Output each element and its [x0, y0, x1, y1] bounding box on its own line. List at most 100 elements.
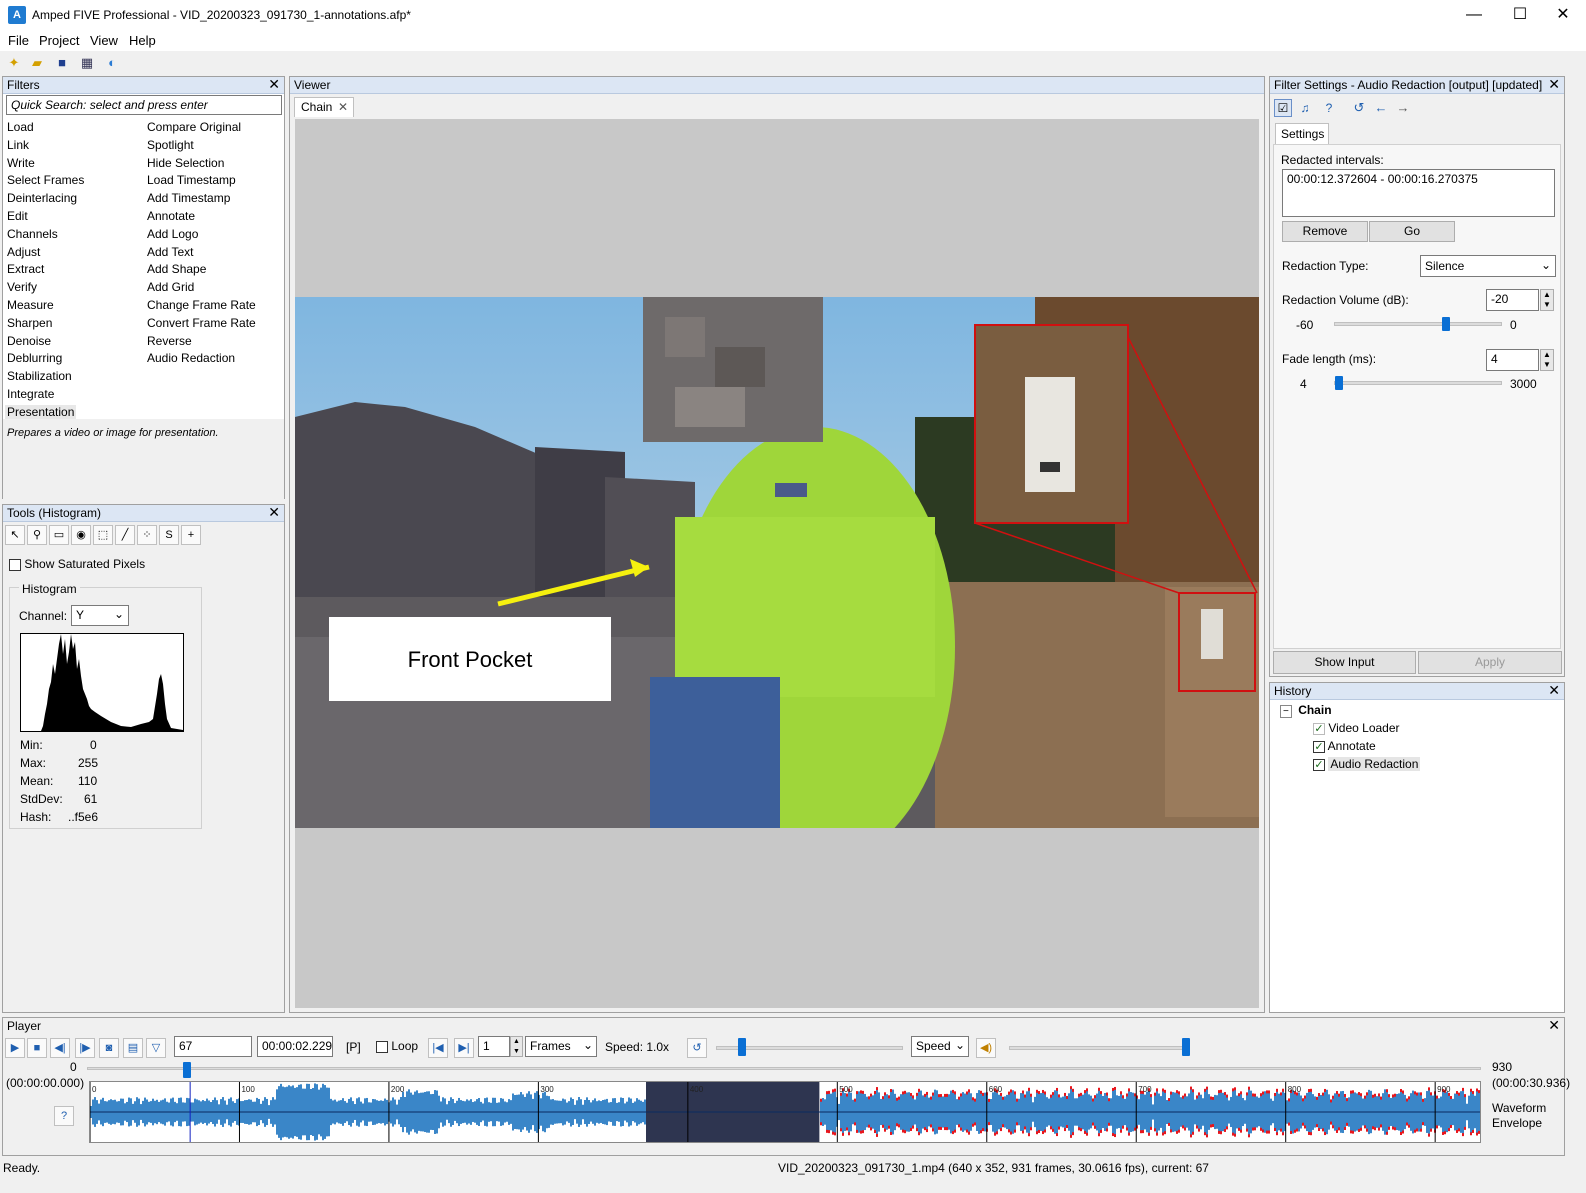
volume-icon[interactable]: ◀) [976, 1038, 996, 1058]
filter-category[interactable]: Load [7, 119, 84, 137]
step-spinner[interactable]: ▲ ▼ [510, 1036, 523, 1057]
apply-button[interactable]: Apply [1418, 651, 1562, 674]
audio-volume-thumb[interactable] [1182, 1038, 1190, 1056]
filter-category[interactable]: Sharpen [7, 315, 84, 333]
redacted-intervals-list[interactable]: 00:00:12.372604 - 00:00:16.270375 [1282, 169, 1555, 217]
update-icon[interactable]: ◐ [104, 55, 120, 71]
filter-item[interactable]: Add Grid [147, 279, 256, 297]
history-item-checkbox[interactable] [1313, 740, 1325, 753]
export-icon[interactable]: ▤ [123, 1038, 143, 1058]
volume-slider-thumb[interactable] [1442, 317, 1451, 331]
help-icon[interactable]: ? [1320, 99, 1338, 117]
interval-item[interactable]: 00:00:12.372604 - 00:00:16.270375 [1287, 172, 1550, 186]
step-unit-select[interactable]: Frames ⌄ [525, 1036, 597, 1057]
filter-item[interactable]: Spotlight [147, 137, 256, 155]
filter-category[interactable]: Channels [7, 226, 84, 244]
channel-select[interactable]: Y ⌄ [71, 605, 129, 626]
filter-category[interactable]: Select Frames [7, 172, 84, 190]
redaction-type-select[interactable]: Silence ⌄ [1420, 255, 1556, 277]
filter-category[interactable]: Extract [7, 261, 84, 279]
speed-select[interactable]: Speed ⌄ [911, 1036, 969, 1057]
filter-category[interactable]: Measure [7, 297, 84, 315]
history-item-checkbox[interactable] [1313, 758, 1325, 771]
frame-input[interactable]: 67 [174, 1036, 252, 1057]
loop-toggle[interactable]: Loop [376, 1039, 418, 1053]
history-root[interactable]: − Chain [1280, 703, 1332, 718]
step-forward-icon[interactable]: |▶ [75, 1038, 95, 1058]
minimize-button[interactable]: — [1451, 0, 1497, 31]
filter-item[interactable]: Load Timestamp [147, 172, 256, 190]
filter-item[interactable]: Convert Frame Rate [147, 315, 256, 333]
play-icon[interactable]: ▶ [5, 1038, 25, 1058]
back-icon[interactable]: ← [1372, 99, 1390, 117]
filter-category[interactable]: Adjust [7, 244, 84, 262]
tab-settings[interactable]: Settings [1275, 123, 1329, 144]
tab-chain[interactable]: Chain ✕ [294, 97, 354, 117]
forward-icon[interactable]: → [1394, 99, 1412, 117]
jump-start-icon[interactable]: |◀ [428, 1038, 448, 1058]
filter-item[interactable]: Add Text [147, 244, 256, 262]
close-icon[interactable]: ✕ [1548, 76, 1560, 92]
viewer-canvas[interactable]: Front Pocket [295, 119, 1259, 1008]
filter-category[interactable]: Write [7, 155, 84, 173]
close-icon[interactable]: ✕ [268, 504, 280, 520]
show-saturated-checkbox[interactable] [9, 558, 21, 571]
menu-project[interactable]: Project [39, 33, 79, 48]
show-saturated-pixels[interactable]: Show Saturated Pixels [9, 557, 145, 571]
close-icon[interactable]: ✕ [1548, 1017, 1560, 1033]
filter-item[interactable]: Compare Original [147, 119, 256, 137]
filter-item[interactable]: Add Timestamp [147, 190, 256, 208]
film-icon[interactable]: ▦ [79, 55, 95, 71]
filter-item[interactable]: Add Shape [147, 261, 256, 279]
audio-icon[interactable]: ♫ [1296, 99, 1314, 117]
reset-speed-icon[interactable]: ↺ [687, 1038, 707, 1058]
remove-button[interactable]: Remove [1282, 221, 1368, 242]
close-button[interactable]: ✕ [1540, 0, 1586, 31]
show-input-button[interactable]: Show Input [1273, 651, 1416, 674]
snapshot-icon[interactable]: ◙ [99, 1038, 119, 1058]
step-back-icon[interactable]: ◀| [50, 1038, 70, 1058]
history-item-checkbox[interactable] [1313, 722, 1325, 735]
filter-category[interactable]: Deinterlacing [7, 190, 84, 208]
redaction-volume-input[interactable]: -20 [1486, 289, 1539, 311]
reset-icon[interactable]: ↺ [1350, 99, 1368, 117]
stop-icon[interactable]: ■ [27, 1038, 47, 1058]
fade-spinner[interactable]: ▲ ▼ [1540, 349, 1554, 371]
waveform-display[interactable]: 0 100 200 300 400 500 600 700 800 900 [89, 1081, 1481, 1143]
line-tool-icon[interactable]: ╱ [115, 525, 135, 545]
filter-category[interactable]: Deblurring [7, 350, 84, 368]
filter-category[interactable]: Edit [7, 208, 84, 226]
save-icon[interactable]: ■ [54, 55, 70, 71]
filter-item[interactable]: Change Frame Rate [147, 297, 256, 315]
close-icon[interactable]: ✕ [338, 100, 348, 114]
volume-spinner[interactable]: ▲ ▼ [1540, 289, 1554, 311]
filter-item[interactable]: Reverse [147, 333, 256, 351]
menu-file[interactable]: File [8, 33, 29, 48]
volume-slider-track[interactable] [1334, 322, 1502, 326]
step-input[interactable]: 1 [478, 1036, 510, 1057]
time-input[interactable]: 00:00:02.229 [257, 1036, 333, 1057]
filter-item[interactable]: Hide Selection [147, 155, 256, 173]
grid-tool-icon[interactable]: ⁘ [137, 525, 157, 545]
go-button[interactable]: Go [1369, 221, 1455, 242]
history-item[interactable]: Video Loader [1313, 721, 1400, 735]
fade-slider-track[interactable] [1334, 381, 1502, 385]
pan-tool-icon[interactable]: ▭ [49, 525, 69, 545]
filter-category[interactable]: Link [7, 137, 84, 155]
selection-tool-icon[interactable]: ⬚ [93, 525, 113, 545]
timeline-thumb[interactable] [183, 1062, 192, 1078]
filter-item[interactable]: Audio Redaction [147, 350, 256, 368]
open-folder-icon[interactable]: ▰ [29, 55, 45, 71]
history-item[interactable]: Annotate [1313, 739, 1376, 753]
new-project-icon[interactable]: ✦ [6, 55, 22, 71]
filter-item[interactable]: Annotate [147, 208, 256, 226]
zoom-tool-icon[interactable]: ⚲ [27, 525, 47, 545]
quick-search-input[interactable]: Quick Search: select and press enter [6, 95, 282, 115]
help-icon[interactable]: ? [54, 1106, 74, 1126]
speed-slider-thumb[interactable] [738, 1038, 746, 1056]
filter-category[interactable]: Stabilization [7, 368, 84, 386]
collapse-icon[interactable]: − [1280, 705, 1292, 718]
filter-category[interactable]: Denoise [7, 333, 84, 351]
crosshair-tool-icon[interactable]: + [181, 525, 201, 545]
audio-volume-track[interactable] [1009, 1046, 1189, 1050]
